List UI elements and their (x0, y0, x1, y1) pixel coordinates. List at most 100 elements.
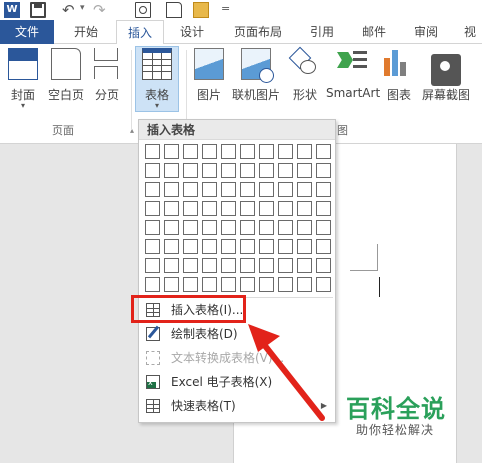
shapes-button[interactable]: 形状 (288, 48, 322, 103)
grid-cell[interactable] (278, 182, 293, 197)
grid-cell[interactable] (145, 277, 160, 292)
grid-cell[interactable] (202, 277, 217, 292)
grid-cell[interactable] (145, 201, 160, 216)
grid-cell[interactable] (221, 277, 236, 292)
grid-cell[interactable] (202, 258, 217, 273)
undo-dropdown-icon[interactable]: ▾ (80, 3, 85, 13)
grid-cell[interactable] (259, 277, 274, 292)
grid-cell[interactable] (259, 220, 274, 235)
grid-cell[interactable] (145, 182, 160, 197)
grid-cell[interactable] (316, 201, 331, 216)
chart-button[interactable]: 图表 (384, 48, 414, 103)
tab-page-layout[interactable]: 页面布局 (224, 20, 292, 44)
redo-icon[interactable]: ↷ (93, 2, 109, 18)
grid-cell[interactable] (202, 182, 217, 197)
grid-cell[interactable] (278, 277, 293, 292)
grid-cell[interactable] (164, 163, 179, 178)
grid-cell[interactable] (183, 144, 198, 159)
grid-cell[interactable] (259, 163, 274, 178)
tab-review[interactable]: 审阅 (404, 20, 448, 44)
grid-cell[interactable] (297, 239, 312, 254)
grid-cell[interactable] (259, 258, 274, 273)
grid-cell[interactable] (259, 201, 274, 216)
smartart-button[interactable]: SmartArt (326, 48, 380, 100)
print-preview-icon[interactable] (135, 2, 151, 18)
grid-cell[interactable] (316, 258, 331, 273)
grid-cell[interactable] (221, 220, 236, 235)
grid-cell[interactable] (183, 220, 198, 235)
table-button[interactable]: 表格 ▾ (136, 48, 178, 110)
grid-cell[interactable] (164, 258, 179, 273)
grid-cell[interactable] (202, 201, 217, 216)
grid-cell[interactable] (259, 239, 274, 254)
page-break-button[interactable]: 分页 (90, 48, 124, 103)
grid-cell[interactable] (297, 182, 312, 197)
tab-view[interactable]: 视 (458, 20, 482, 44)
grid-cell[interactable] (164, 201, 179, 216)
screenshot-button[interactable]: 屏幕截图 (420, 48, 472, 103)
grid-cell[interactable] (316, 163, 331, 178)
grid-cell[interactable] (297, 220, 312, 235)
grid-cell[interactable] (240, 258, 255, 273)
grid-cell[interactable] (278, 220, 293, 235)
undo-icon[interactable]: ↶ (62, 2, 78, 18)
grid-cell[interactable] (297, 144, 312, 159)
grid-cell[interactable] (183, 182, 198, 197)
grid-cell[interactable] (221, 258, 236, 273)
grid-cell[interactable] (278, 258, 293, 273)
grid-cell[interactable] (221, 201, 236, 216)
grid-cell[interactable] (164, 182, 179, 197)
quick-tables-menu-item[interactable]: 快速表格(T) ▶ (139, 395, 335, 417)
grid-cell[interactable] (278, 201, 293, 216)
grid-cell[interactable] (259, 182, 274, 197)
grid-cell[interactable] (221, 144, 236, 159)
tab-design[interactable]: 设计 (170, 20, 214, 44)
grid-cell[interactable] (202, 144, 217, 159)
grid-cell[interactable] (221, 239, 236, 254)
grid-cell[interactable] (278, 163, 293, 178)
grid-cell[interactable] (221, 182, 236, 197)
grid-cell[interactable] (316, 144, 331, 159)
grid-cell[interactable] (183, 239, 198, 254)
grid-cell[interactable] (202, 220, 217, 235)
grid-cell[interactable] (183, 201, 198, 216)
blank-page-button[interactable]: 空白页 (46, 48, 86, 103)
online-picture-button[interactable]: 联机图片 (230, 48, 282, 103)
tab-home[interactable]: 开始 (62, 20, 110, 44)
grid-cell[interactable] (183, 163, 198, 178)
grid-cell[interactable] (164, 144, 179, 159)
open-folder-icon[interactable] (193, 2, 209, 18)
grid-cell[interactable] (145, 239, 160, 254)
grid-cell[interactable] (164, 220, 179, 235)
grid-cell[interactable] (240, 220, 255, 235)
tab-references[interactable]: 引用 (300, 20, 344, 44)
grid-cell[interactable] (316, 220, 331, 235)
tab-mailings[interactable]: 邮件 (352, 20, 396, 44)
grid-cell[interactable] (221, 163, 236, 178)
grid-cell[interactable] (145, 144, 160, 159)
grid-cell[interactable] (240, 239, 255, 254)
grid-cell[interactable] (278, 239, 293, 254)
grid-cell[interactable] (240, 277, 255, 292)
grid-cell[interactable] (297, 201, 312, 216)
grid-cell[interactable] (145, 220, 160, 235)
grid-cell[interactable] (240, 201, 255, 216)
grid-cell[interactable] (316, 239, 331, 254)
grid-cell[interactable] (240, 144, 255, 159)
grid-cell[interactable] (297, 277, 312, 292)
grid-cell[interactable] (164, 239, 179, 254)
grid-cell[interactable] (316, 182, 331, 197)
customize-toolbar-icon[interactable]: = (221, 2, 230, 15)
table-size-grid[interactable] (145, 144, 331, 292)
grid-cell[interactable] (183, 258, 198, 273)
tab-insert[interactable]: 插入 (116, 20, 164, 45)
grid-cell[interactable] (297, 258, 312, 273)
new-document-icon[interactable] (166, 2, 182, 18)
grid-cell[interactable] (164, 277, 179, 292)
grid-cell[interactable] (240, 182, 255, 197)
grid-cell[interactable] (145, 258, 160, 273)
grid-cell[interactable] (278, 144, 293, 159)
picture-button[interactable]: 图片 (192, 48, 226, 103)
tab-file[interactable]: 文件 (0, 20, 54, 44)
excel-spreadsheet-menu-item[interactable]: Excel 电子表格(X) (139, 371, 335, 393)
